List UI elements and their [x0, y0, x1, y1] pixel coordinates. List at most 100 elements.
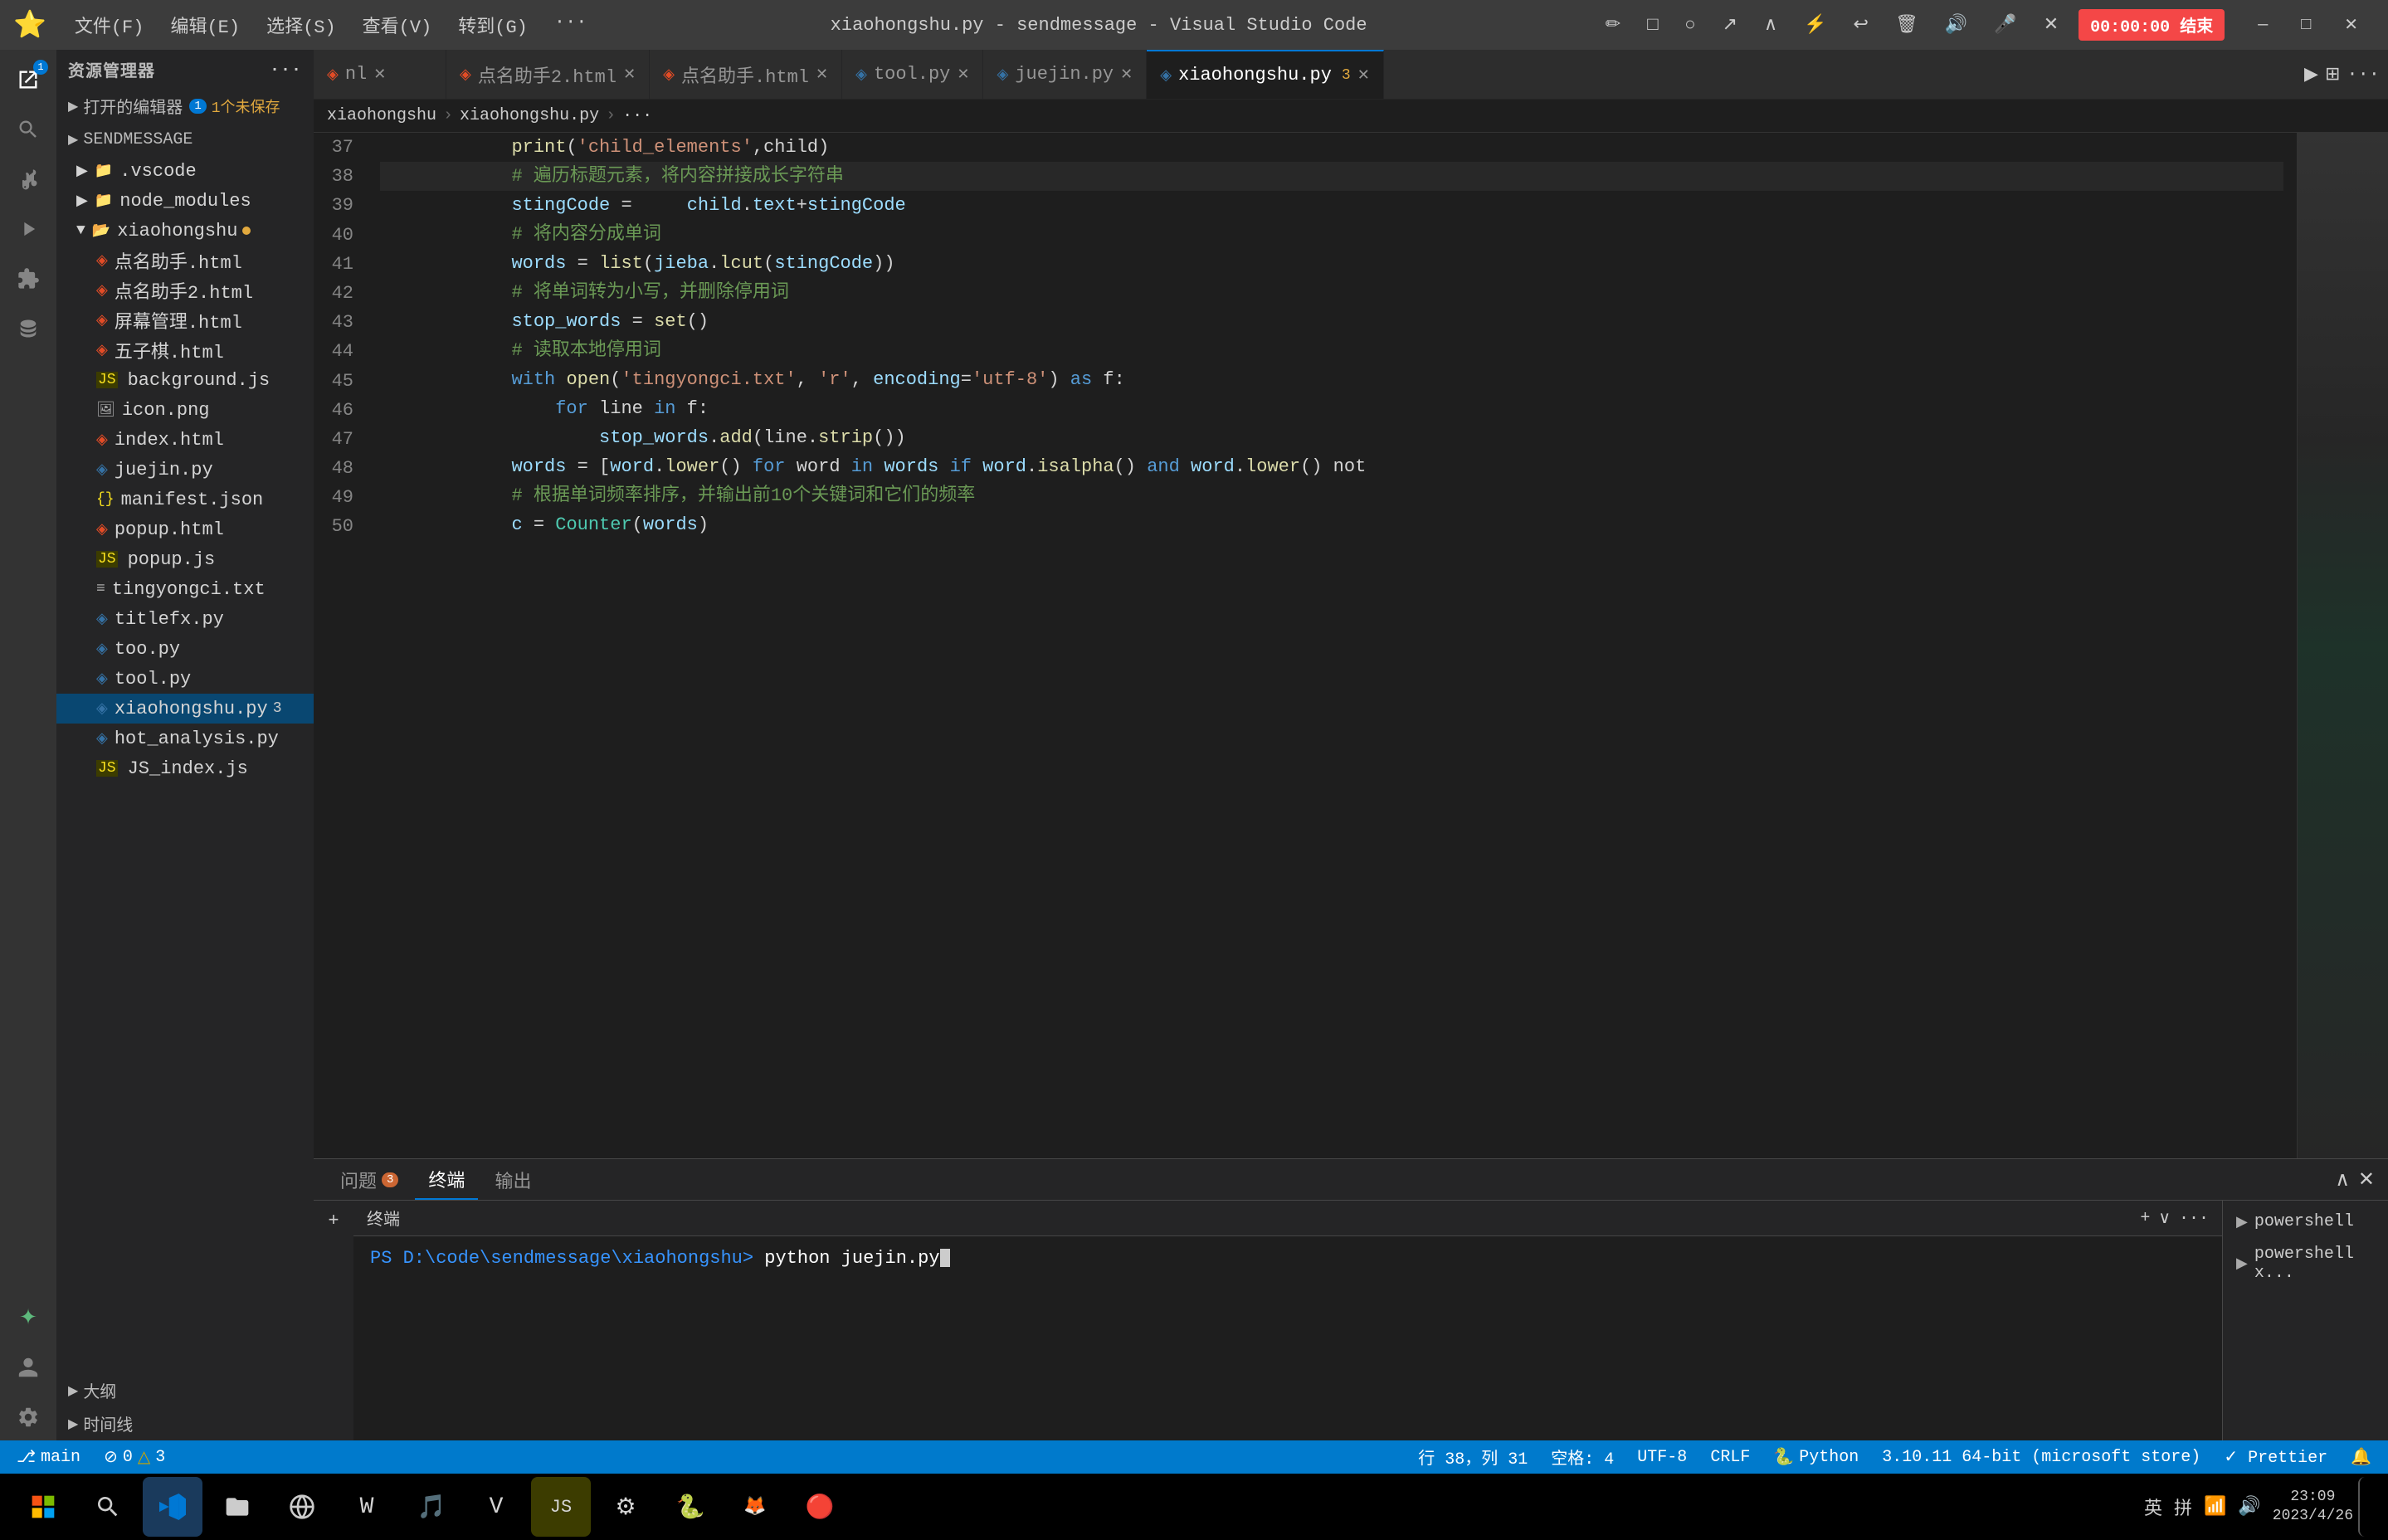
- tree-item-background[interactable]: JS background.js: [56, 365, 314, 395]
- tree-item-xiaohongshu[interactable]: ▼ 📂 xiaohongshu: [56, 216, 314, 246]
- taskbar-network-icon[interactable]: 📶: [2204, 1496, 2226, 1518]
- tab-xiaohongshu[interactable]: ◈ xiaohongshu.py 3 ✕: [1147, 50, 1384, 99]
- taskbar-time[interactable]: 23:09 2023/4/26: [2273, 1488, 2353, 1527]
- tab-close[interactable]: ✕: [623, 66, 636, 84]
- lightning-icon[interactable]: ⚡: [1797, 11, 1833, 39]
- taskbar-browser[interactable]: [272, 1477, 332, 1537]
- terminal-content[interactable]: PS D:\code\sendmessage\xiaohongshu> pyth…: [353, 1236, 2222, 1440]
- close-title-icon[interactable]: ✕: [2037, 11, 2065, 39]
- taskbar-lang-zh[interactable]: 拼: [2174, 1494, 2192, 1520]
- ai-icon[interactable]: ✦: [5, 1294, 51, 1341]
- undo-icon[interactable]: ↩: [1847, 11, 1875, 39]
- breadcrumb-file[interactable]: xiaohongshu.py: [460, 106, 599, 125]
- tab-tool[interactable]: ◈ tool.py ✕: [842, 50, 983, 99]
- square-icon[interactable]: □: [1640, 12, 1664, 39]
- run-icon[interactable]: ▶: [2304, 64, 2318, 85]
- taskbar-extra3[interactable]: V: [466, 1477, 526, 1537]
- status-spaces[interactable]: 空格: 4: [1546, 1440, 1619, 1474]
- tab-close[interactable]: ✕: [1357, 66, 1370, 85]
- tree-item-titlefx[interactable]: ◈ titlefx.py: [56, 604, 314, 634]
- circle-icon[interactable]: ○: [1678, 12, 1702, 39]
- taskbar-extra6[interactable]: 🐍: [660, 1477, 720, 1537]
- taskbar-show-desktop[interactable]: [2358, 1477, 2375, 1537]
- taskbar-volume-icon[interactable]: 🔊: [2238, 1496, 2260, 1518]
- tree-item-dianming2[interactable]: ◈ 点名助手.html: [56, 246, 314, 275]
- arrow-icon[interactable]: ↗: [1716, 11, 1744, 39]
- database-icon[interactable]: [5, 305, 51, 352]
- menu-more[interactable]: ···: [543, 8, 599, 41]
- tree-item-node-modules[interactable]: ▶ 📁 node_modules: [56, 186, 314, 216]
- panel-close-icon[interactable]: ✕: [2358, 1167, 2375, 1192]
- tab-juejin[interactable]: ◈ juejin.py ✕: [983, 50, 1147, 99]
- search-activity-icon[interactable]: [5, 106, 51, 153]
- terminal-add-icon[interactable]: +: [2140, 1209, 2150, 1228]
- menu-view[interactable]: 查看(V): [351, 8, 444, 41]
- breadcrumb-folder[interactable]: xiaohongshu: [327, 106, 436, 125]
- tree-item-index[interactable]: ◈ index.html: [56, 425, 314, 455]
- tree-item-popup-html[interactable]: ◈ popup.html: [56, 514, 314, 544]
- status-encoding[interactable]: UTF-8: [1632, 1440, 1692, 1474]
- taskbar-extra7[interactable]: 🦊: [725, 1477, 785, 1537]
- tree-item-wuziqi[interactable]: ◈ 五子棋.html: [56, 335, 314, 365]
- trash-icon[interactable]: 🗑: [1888, 11, 1925, 39]
- tab-close[interactable]: ✕: [1120, 66, 1133, 84]
- tree-item-hot-analysis[interactable]: ◈ hot_analysis.py: [56, 724, 314, 753]
- extensions-icon[interactable]: [5, 256, 51, 302]
- taskbar-extra8[interactable]: 🔴: [790, 1477, 850, 1537]
- maximize-button[interactable]: □: [2284, 0, 2327, 50]
- tab-close[interactable]: ✕: [816, 66, 828, 84]
- tab-close[interactable]: ✕: [957, 66, 969, 84]
- tree-item-popup-js[interactable]: JS popup.js: [56, 544, 314, 574]
- terminal-more-icon[interactable]: ···: [2179, 1209, 2209, 1228]
- run-debug-icon[interactable]: [5, 206, 51, 252]
- status-formatter[interactable]: ✓ Prettier: [2219, 1440, 2332, 1474]
- code-editor[interactable]: 37 38 39 40 41 42 43 44 45 46 47 48 49 5…: [314, 133, 2388, 1158]
- tree-item-dianming2-2[interactable]: ◈ 点名助手2.html: [56, 275, 314, 305]
- open-editors-header[interactable]: ▶ 打开的编辑器 1 1个未保存: [56, 90, 314, 123]
- terminal-dropdown-icon[interactable]: ∨: [2158, 1207, 2171, 1229]
- taskbar-extra1[interactable]: W: [337, 1477, 397, 1537]
- tree-item-vscode[interactable]: ▶ 📁 .vscode: [56, 156, 314, 186]
- terminal-powershell-1[interactable]: ▶ powershell: [2230, 1207, 2381, 1236]
- terminal-new-icon[interactable]: +: [328, 1211, 339, 1231]
- taskbar-search[interactable]: [78, 1477, 138, 1537]
- status-position[interactable]: 行 38，列 31: [1413, 1440, 1533, 1474]
- menu-goto[interactable]: 转到(G): [446, 8, 539, 41]
- mic-icon[interactable]: 🎤: [1987, 11, 2023, 39]
- status-branch[interactable]: ⎇ main: [12, 1440, 85, 1474]
- status-line-ending[interactable]: CRLF: [1705, 1440, 1755, 1474]
- tree-item-icon[interactable]: 🖼 icon.png: [56, 395, 314, 425]
- timer-badge[interactable]: 00:00:00 结束: [2079, 9, 2225, 41]
- status-notifications[interactable]: 🔔: [2346, 1440, 2376, 1474]
- pencil-icon[interactable]: ✏: [1599, 11, 1627, 39]
- taskbar-extra4[interactable]: JS: [531, 1477, 591, 1537]
- tree-item-too[interactable]: ◈ too.py: [56, 634, 314, 664]
- menu-select[interactable]: 选择(S): [255, 8, 348, 41]
- panel-tab-terminal[interactable]: 终端: [415, 1159, 478, 1200]
- settings-icon[interactable]: [5, 1394, 51, 1440]
- status-python-version[interactable]: 3.10.11 64-bit (microsoft store): [1877, 1440, 2205, 1474]
- panel-collapse-icon[interactable]: ∧: [2335, 1167, 2350, 1192]
- root-folder-header[interactable]: ▶ SENDMESSAGE: [56, 123, 314, 156]
- tab-nl[interactable]: ◈ nl ✕: [314, 50, 446, 99]
- tab-dianming2[interactable]: ◈ 点名助手2.html ✕: [446, 50, 650, 99]
- tree-item-xiaohongshu-py[interactable]: ◈ xiaohongshu.py 3: [56, 694, 314, 724]
- taskbar-extra2[interactable]: 🎵: [402, 1477, 461, 1537]
- taskbar-start[interactable]: [13, 1477, 73, 1537]
- taskbar-vscode[interactable]: [143, 1477, 202, 1537]
- taskbar-lang-en[interactable]: 英: [2144, 1494, 2162, 1520]
- panel-tab-output[interactable]: 输出: [481, 1159, 544, 1200]
- taskbar-extra5[interactable]: ⚙: [596, 1477, 655, 1537]
- code-content[interactable]: print('child_elements',child) # 遍历标题元素，将…: [367, 133, 2297, 1158]
- account-icon[interactable]: [5, 1344, 51, 1391]
- source-control-icon[interactable]: [5, 156, 51, 202]
- more-actions-icon[interactable]: ···: [2347, 64, 2380, 85]
- caret-icon[interactable]: ∧: [1757, 11, 1784, 39]
- tab-close[interactable]: ✕: [373, 66, 386, 84]
- terminal-powershell-2[interactable]: ▶ powershell x...: [2230, 1240, 2381, 1288]
- taskbar-file-explorer[interactable]: [207, 1477, 267, 1537]
- timeline-header[interactable]: ▶ 时间线: [56, 1407, 314, 1440]
- explorer-icon[interactable]: 1: [5, 56, 51, 103]
- breadcrumb-more[interactable]: ···: [622, 106, 652, 125]
- split-editor-icon[interactable]: ⊞: [2325, 64, 2340, 85]
